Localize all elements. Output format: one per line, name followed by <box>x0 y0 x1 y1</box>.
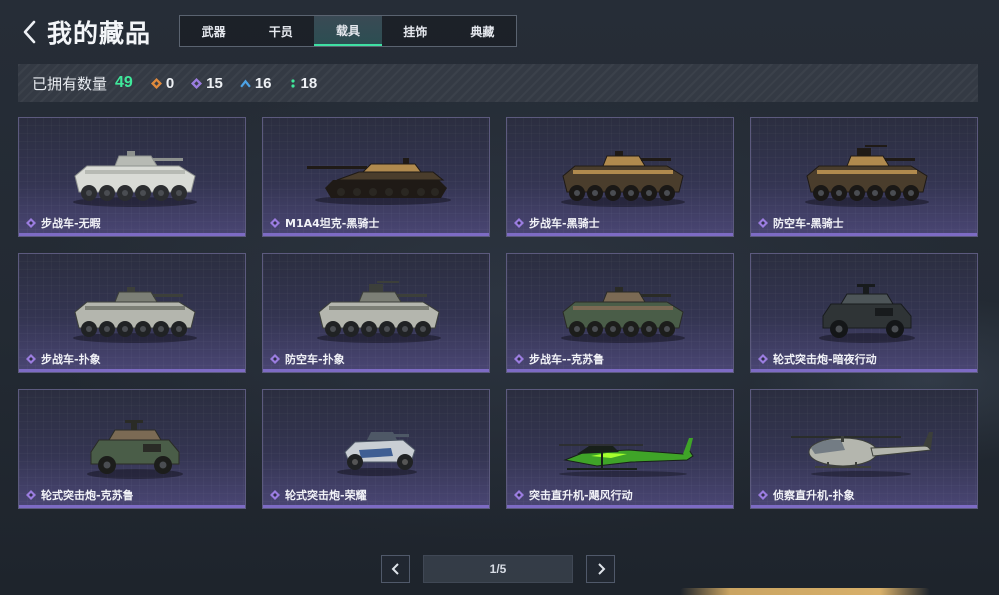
purple-diamond-icon <box>270 218 280 228</box>
rarity-stat-blue: 16 <box>240 75 272 92</box>
vehicle-card[interactable]: 步战车--克苏鲁 <box>506 253 734 373</box>
vehicle-name: M1A4坦克-黑骑士 <box>285 217 380 230</box>
vehicle-image <box>307 158 451 205</box>
tab-collections[interactable]: 典藏 <box>449 16 516 46</box>
vehicle-image <box>559 438 694 477</box>
vehicle-name: 防空车-扑象 <box>285 353 345 366</box>
vehicle-card[interactable]: 步战车-黑骑士 <box>506 117 734 237</box>
green-dots-icon <box>290 78 295 88</box>
vehicle-grid: 步战车-无暇 M1A4坦克-黑骑士 步战车-黑骑士 防空车-黑骑士 步战车-扑象… <box>18 117 980 510</box>
vehicle-label: 步战车-扑象 <box>26 351 101 367</box>
vehicle-image <box>317 281 441 343</box>
rarity-stat-green: 18 <box>289 74 318 92</box>
owned-count-label: 已拥有数量 <box>32 74 108 93</box>
vehicle-image <box>561 151 685 207</box>
top-bar: 我的藏品 武器 干员 载具 挂饰 典藏 <box>0 0 999 62</box>
vehicle-name: 步战车-黑骑士 <box>529 217 600 230</box>
page-indicator: 1/5 <box>423 555 573 583</box>
vehicle-card[interactable]: 轮式突击炮-暗夜行动 <box>750 253 978 373</box>
vehicle-image <box>805 145 929 207</box>
vehicle-image <box>73 287 197 343</box>
vehicle-name: 侦察直升机-扑象 <box>773 489 855 502</box>
vehicle-name: 轮式突击炮-暗夜行动 <box>773 353 877 366</box>
rarity-stat-purple: 15 <box>191 75 223 92</box>
vehicle-label: 防空车-黑骑士 <box>758 215 844 231</box>
vehicle-label: 轮式突击炮-克苏鲁 <box>26 487 134 503</box>
vehicle-image <box>73 151 197 207</box>
purple-diamond-icon <box>758 354 768 364</box>
vehicle-name: 轮式突击炮-克苏鲁 <box>41 489 134 502</box>
vehicle-card[interactable]: 轮式突击炮-荣耀 <box>262 389 490 509</box>
orange-diamond-icon <box>150 77 162 89</box>
vehicle-label: 步战车-黑骑士 <box>514 215 600 231</box>
chevron-left-icon <box>23 20 36 44</box>
purple-diamond-icon <box>514 354 524 364</box>
vehicle-label: 防空车-扑象 <box>270 351 345 367</box>
purple-diamond-icon <box>26 490 36 500</box>
purple-diamond-icon <box>270 490 280 500</box>
rarity-stat-orange: 0 <box>150 74 175 92</box>
rarity-stat-value: 18 <box>300 74 318 92</box>
vehicle-image <box>791 432 933 477</box>
vehicle-label: 步战车--克苏鲁 <box>514 351 604 367</box>
vehicle-image <box>561 287 685 343</box>
vehicle-name: 轮式突击炮-荣耀 <box>285 489 367 502</box>
vehicle-label: 侦察直升机-扑象 <box>758 487 855 503</box>
purple-diamond-icon <box>26 354 36 364</box>
vehicle-card[interactable]: 侦察直升机-扑象 <box>750 389 978 509</box>
page-title: 我的藏品 <box>47 19 152 48</box>
vehicle-label: 轮式突击炮-荣耀 <box>270 487 367 503</box>
back-button[interactable] <box>20 18 40 46</box>
chevron-left-icon <box>391 563 399 575</box>
category-tabs: 武器 干员 载具 挂饰 典藏 <box>179 15 517 47</box>
rarity-stat-value: 15 <box>206 74 223 92</box>
vehicle-card[interactable]: 防空车-扑象 <box>262 253 490 373</box>
purple-diamond-icon <box>758 490 768 500</box>
vehicle-card[interactable]: M1A4坦克-黑骑士 <box>262 117 490 237</box>
owned-count-total: 49 <box>115 74 133 91</box>
purple-diamond-icon <box>26 218 36 228</box>
vehicle-card[interactable]: 突击直升机-飓风行动 <box>506 389 734 509</box>
vehicle-card[interactable]: 步战车-无暇 <box>18 117 246 237</box>
vehicle-card[interactable]: 防空车-黑骑士 <box>750 117 978 237</box>
vehicle-name: 步战车-无暇 <box>41 217 101 230</box>
rarity-stat-value: 16 <box>254 74 272 92</box>
vehicle-label: 步战车-无暇 <box>26 215 101 231</box>
vehicle-label: 突击直升机-飓风行动 <box>514 487 633 503</box>
prev-page-button[interactable] <box>381 555 410 583</box>
purple-diamond-icon <box>270 354 280 364</box>
vehicle-name: 防空车-黑骑士 <box>773 217 844 230</box>
next-page-button[interactable] <box>586 555 615 583</box>
rarity-stat-value: 0 <box>165 74 175 92</box>
vehicle-image <box>337 432 417 476</box>
vehicle-name: 突击直升机-飓风行动 <box>529 489 633 502</box>
purple-diamond-icon <box>514 218 524 228</box>
purple-diamond-icon <box>514 490 524 500</box>
tab-weapons[interactable]: 武器 <box>180 16 247 46</box>
tab-vehicles[interactable]: 载具 <box>314 16 382 46</box>
purple-diamond-icon <box>191 77 203 89</box>
vehicle-name: 步战车--克苏鲁 <box>529 353 605 366</box>
vehicle-card[interactable]: 步战车-扑象 <box>18 253 246 373</box>
tab-operators[interactable]: 干员 <box>247 16 314 46</box>
vehicle-image <box>87 420 183 479</box>
purple-diamond-icon <box>758 218 768 228</box>
bottom-highlight <box>680 588 930 595</box>
vehicle-label: 轮式突击炮-暗夜行动 <box>758 351 877 367</box>
chevron-right-icon <box>597 563 605 575</box>
pagination: 1/5 <box>381 555 615 583</box>
vehicle-card[interactable]: 轮式突击炮-克苏鲁 <box>18 389 246 509</box>
vehicle-image <box>819 284 915 343</box>
vehicle-name: 步战车-扑象 <box>41 353 101 366</box>
owned-count-bar: 已拥有数量 49 0 15 16 18 <box>18 64 978 102</box>
blue-chevron-icon <box>240 79 251 87</box>
vehicle-label: M1A4坦克-黑骑士 <box>270 215 379 231</box>
tab-charms[interactable]: 挂饰 <box>382 16 449 46</box>
